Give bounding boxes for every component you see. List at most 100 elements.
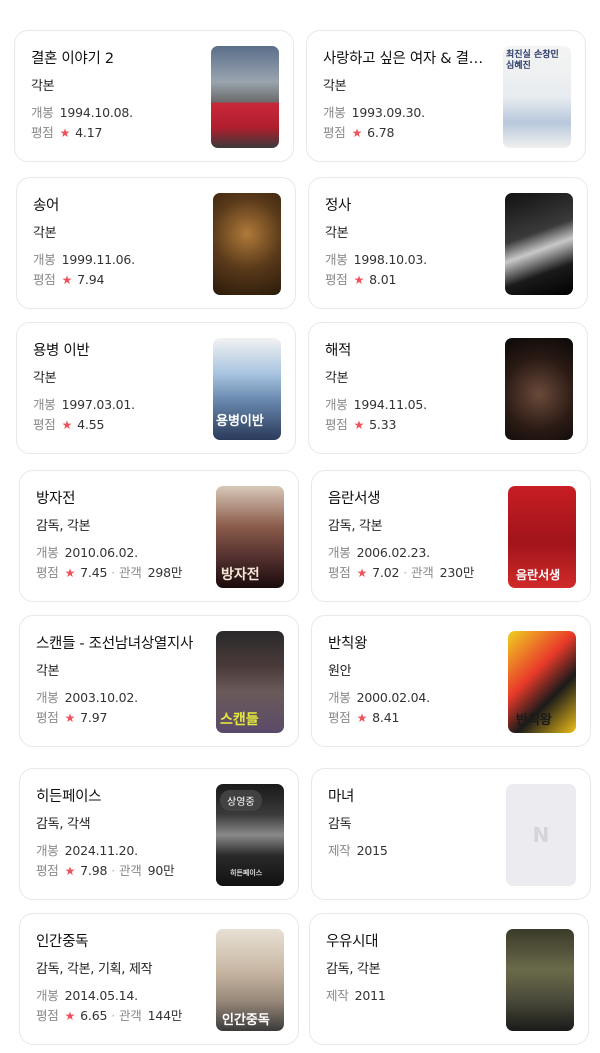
poster-text: 히든페이스 [230, 869, 263, 877]
movie-poster[interactable]: 음란서생 [508, 486, 576, 588]
movie-card[interactable]: 우유시대 감독, 각본 제작 2011 [309, 913, 589, 1045]
rating-label: 평점 [33, 272, 56, 287]
movie-role: 각본 [325, 226, 349, 241]
movie-title[interactable]: 반칙왕 [328, 632, 496, 653]
movie-title[interactable]: 해적 [325, 339, 493, 360]
star-icon: ★ [353, 418, 365, 432]
separator-dot: · [111, 565, 115, 580]
star-icon: ★ [61, 418, 73, 432]
production-year: 2015 [356, 843, 388, 858]
star-icon: ★ [64, 566, 76, 580]
movie-role: 각본 [36, 664, 60, 679]
movie-card[interactable]: 사랑하고 싶은 여자 & 결혼하고 싶은 여자 각본 개봉 1993.09.30.… [306, 30, 586, 162]
rating-value: 4.55 [77, 417, 105, 432]
movie-card[interactable]: 히든페이스 감독, 각색 개봉 2024.11.20. 평점 ★ 7.98 · 관객 90만… [19, 768, 299, 900]
movie-poster[interactable] [506, 929, 574, 1031]
release-date: 2006.02.23. [356, 545, 431, 560]
movie-card[interactable]: 스캔들 - 조선남녀상열지사 각본 개봉 2003.10.02. 평점 ★ 7.97 … [19, 615, 299, 747]
release-row: 개봉 2006.02.23. [328, 542, 430, 561]
audience-label: 관객 [411, 565, 434, 580]
rating-value: 6.78 [367, 125, 395, 140]
movie-card[interactable]: 해적 각본 개봉 1994.11.05. 평점 ★ 5.33 [308, 322, 588, 454]
movie-title[interactable]: 스캔들 - 조선남녀상열지사 [36, 632, 204, 653]
release-label: 개봉 [328, 690, 351, 705]
movie-card[interactable]: 마녀 감독 제작 2015 N [311, 768, 591, 900]
release-date: 2024.11.20. [64, 843, 139, 858]
star-icon: ★ [59, 126, 71, 140]
placeholder-logo-icon: N [532, 823, 550, 847]
rating-label: 평점 [325, 417, 348, 432]
movie-poster[interactable]: 반칙왕 [508, 631, 576, 733]
movie-poster[interactable] [213, 193, 281, 295]
rating-value: 7.94 [77, 272, 105, 287]
star-icon: ★ [64, 1009, 76, 1023]
movie-card[interactable]: 인간중독 감독, 각본, 기획, 제작 개봉 2014.05.14. 평점 ★ 6.6… [19, 913, 299, 1045]
star-icon: ★ [64, 864, 76, 878]
movie-card[interactable]: 정사 각본 개봉 1998.10.03. 평점 ★ 8.01 [308, 177, 588, 309]
movie-poster[interactable]: 방자전 [216, 486, 284, 588]
star-icon: ★ [61, 273, 73, 287]
movie-role: 각본 [323, 79, 347, 94]
rating-value: 7.45 [80, 565, 108, 580]
movie-poster[interactable] [505, 193, 573, 295]
release-row: 개봉 1993.09.30. [323, 102, 425, 121]
release-row: 개봉 1997.03.01. [33, 394, 135, 413]
rating-value: 8.01 [369, 272, 397, 287]
poster-text: 스캔들 [220, 712, 259, 728]
movie-role: 감독, 각본 [326, 962, 381, 977]
movie-poster[interactable]: 용병이반 [213, 338, 281, 440]
movie-title[interactable]: 방자전 [36, 487, 204, 508]
movie-poster[interactable] [211, 46, 279, 148]
rating-label: 평점 [328, 710, 351, 725]
movie-title[interactable]: 히든페이스 [36, 785, 204, 806]
movie-title[interactable]: 음란서생 [328, 487, 496, 508]
movie-title[interactable]: 사랑하고 싶은 여자 & 결혼하고 싶은 여자 [323, 47, 491, 68]
rating-label: 평점 [323, 125, 346, 140]
rating-row: 평점 ★ 7.94 [33, 269, 104, 288]
release-label: 개봉 [36, 843, 59, 858]
movie-card[interactable]: 용병 이반 각본 개봉 1997.03.01. 평점 ★ 4.55 용병이반 [16, 322, 296, 454]
audience-value: 230만 [439, 565, 475, 580]
poster-text: 최진실 손창민 심혜진 [506, 50, 559, 71]
movie-card[interactable]: 음란서생 감독, 각본 개봉 2006.02.23. 평점 ★ 7.02 · 관객 230만… [311, 470, 591, 602]
movie-title[interactable]: 송어 [33, 194, 201, 215]
movie-poster[interactable]: 스캔들 [216, 631, 284, 733]
movie-card[interactable]: 방자전 감독, 각본 개봉 2010.06.02. 평점 ★ 7.45 · 관객 298만 … [19, 470, 299, 602]
rating-value: 7.02 [372, 565, 400, 580]
movie-poster[interactable]: 상영중 히든페이스 [216, 784, 284, 886]
star-icon: ★ [351, 126, 363, 140]
movie-title[interactable]: 마녀 [328, 785, 496, 806]
movie-poster[interactable] [505, 338, 573, 440]
release-date: 2000.02.04. [356, 690, 431, 705]
poster-placeholder[interactable]: N [506, 784, 576, 886]
movie-role: 감독 [328, 817, 352, 832]
movie-title[interactable]: 결혼 이야기 2 [31, 47, 199, 68]
movie-title[interactable]: 인간중독 [36, 930, 204, 951]
rating-row: 평점 ★ 4.55 [33, 414, 104, 433]
release-date: 1999.11.06. [61, 252, 136, 267]
rating-value: 7.98 [80, 863, 108, 878]
release-label: 개봉 [36, 988, 59, 1003]
movie-title[interactable]: 정사 [325, 194, 493, 215]
rating-row: 평점 ★ 7.98 · 관객 90만 [36, 860, 175, 879]
movie-role: 감독, 각본 [36, 519, 91, 534]
release-row: 개봉 1999.11.06. [33, 249, 135, 268]
release-label: 개봉 [33, 397, 56, 412]
movie-role: 각본 [31, 79, 55, 94]
rating-label: 평점 [31, 125, 54, 140]
movie-poster[interactable]: 인간중독 [216, 929, 284, 1031]
now-showing-badge: 상영중 [220, 790, 262, 811]
poster-text: 반칙왕 [516, 713, 552, 728]
rating-row: 평점 ★ 7.97 [36, 707, 107, 726]
production-year: 2011 [354, 988, 386, 1003]
rating-row: 평점 ★ 6.78 [323, 122, 394, 141]
movie-title[interactable]: 용병 이반 [33, 339, 201, 360]
separator-dot: · [403, 565, 407, 580]
movie-card[interactable]: 반칙왕 원안 개봉 2000.02.04. 평점 ★ 8.41 반칙왕 [311, 615, 591, 747]
star-icon: ★ [356, 566, 368, 580]
release-date: 1994.11.05. [353, 397, 428, 412]
movie-poster[interactable]: 최진실 손창민 심혜진 [503, 46, 571, 148]
movie-card[interactable]: 결혼 이야기 2 각본 개봉 1994.10.08. 평점 ★ 4.17 [14, 30, 294, 162]
movie-card[interactable]: 송어 각본 개봉 1999.11.06. 평점 ★ 7.94 [16, 177, 296, 309]
movie-title[interactable]: 우유시대 [326, 930, 494, 951]
